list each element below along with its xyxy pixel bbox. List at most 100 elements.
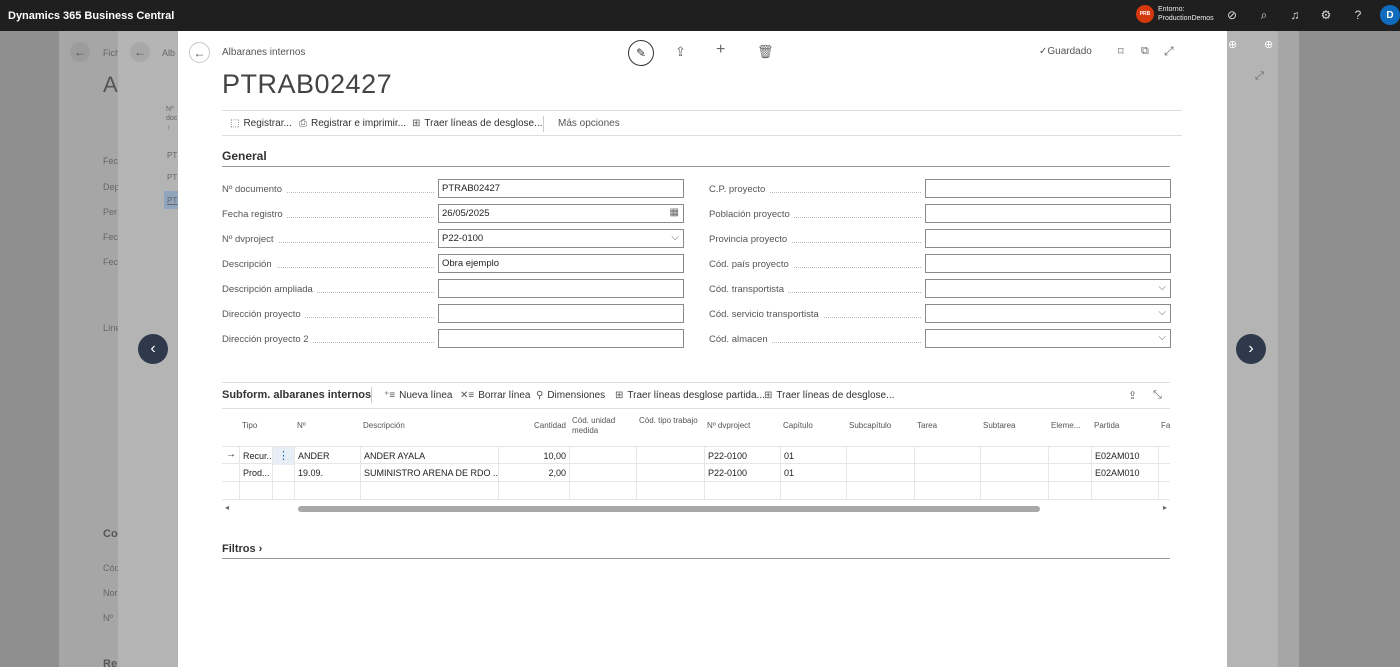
table-cell[interactable]: ANDER [294,447,360,465]
table-cell[interactable]: E02AM010 [1091,447,1158,465]
table-cell[interactable]: 2,00 [498,464,569,482]
table-cell[interactable] [294,482,360,500]
gear-icon[interactable]: ⚙ [1318,7,1334,23]
calendar-icon[interactable]: ▦ [670,207,679,218]
back-button[interactable]: ← [189,42,210,63]
table-cell[interactable] [1158,447,1170,465]
table-row[interactable]: → Recur... ANDER ANDER AYALA 10,00 P22-0100 01… [222,446,1170,465]
table-cell[interactable]: SUMINISTRO ARENA DE RDO ... [360,464,498,482]
breadcrumb[interactable]: Albaranes internos [222,47,305,58]
table-cell[interactable] [272,482,294,500]
field-input[interactable] [925,229,1171,248]
field-input[interactable]: 26/05/2025 ▦ [438,204,684,223]
column-header[interactable]: Tarea [917,421,937,431]
search-icon[interactable]: ⌕ [1256,7,1272,23]
field-input[interactable]: ⌵ [925,329,1171,348]
table-cell[interactable] [914,482,980,500]
column-header[interactable]: Eleme... [1051,421,1080,431]
app-title[interactable]: Dynamics 365 Business Central [8,10,174,22]
column-header[interactable]: Partida [1094,421,1119,431]
next-record-button[interactable]: › [1236,334,1266,364]
background-list-item-selected[interactable]: PT [164,191,178,209]
help-icon[interactable]: ? [1350,7,1366,23]
chevron-down-icon[interactable]: ⌵ [1158,282,1166,293]
subform-title[interactable]: Subform. albaranes internos [222,389,371,401]
table-row[interactable]: Prod... 19.09. SUMINISTRO ARENA DE RDO ...… [222,464,1170,482]
row-actions-icon[interactable]: ⋮ [272,447,294,465]
chevron-down-icon[interactable]: ⌵ [1158,332,1166,343]
delete-line-button[interactable]: ✕≡ Borrar línea [460,390,530,401]
add-icon[interactable]: + [716,41,725,59]
column-header[interactable]: Subcapítulo [849,421,891,431]
table-row[interactable] [222,482,1170,500]
copilot-icon[interactable]: ⊘ [1224,7,1240,23]
bookmark-icon[interactable]: ⌑ [1118,45,1124,58]
get-lines-partida-button[interactable]: ⊞ Traer líneas desglose partida... [615,390,765,401]
table-cell[interactable]: P22-0100 [704,447,780,465]
delete-icon[interactable]: 🗑 [757,44,774,60]
column-header[interactable]: Fa [1161,421,1170,431]
field-input[interactable] [438,304,684,323]
table-cell[interactable] [914,464,980,482]
column-header[interactable]: Cód. unidad medida [572,416,633,436]
table-cell[interactable]: Prod... [239,464,272,482]
previous-record-button[interactable]: ‹ [138,334,168,364]
table-cell[interactable] [704,482,780,500]
column-header[interactable]: Cód. tipo trabajo [639,416,698,426]
chevron-down-icon[interactable]: ⌵ [671,232,679,243]
table-cell[interactable] [1048,482,1091,500]
column-header[interactable]: Descripción [363,421,405,431]
register-button[interactable]: ⬚ Registrar... [230,118,292,129]
table-cell[interactable] [846,464,914,482]
table-cell[interactable] [980,447,1048,465]
bell-icon[interactable]: ♫ [1287,7,1303,23]
table-cell[interactable] [1048,464,1091,482]
share-icon[interactable]: ⇪ [1128,389,1137,402]
expand-icon[interactable]: ⤢ [1255,70,1264,83]
field-input[interactable]: P22-0100 ⌵ [438,229,684,248]
section-general-title[interactable]: General [222,149,267,163]
table-cell[interactable] [569,464,636,482]
table-cell[interactable]: P22-0100 [704,464,780,482]
field-input[interactable]: ⌵ [925,304,1171,323]
share-icon[interactable]: ⇪ [675,44,686,60]
table-cell[interactable] [272,464,294,482]
collapse-icon[interactable]: ⤡ [1153,389,1162,402]
field-input[interactable]: PTRAB02427 [438,179,684,198]
get-breakdown-lines-button[interactable]: ⊞ Traer líneas de desglose... [412,118,542,129]
table-cell[interactable] [914,447,980,465]
background-list-item[interactable]: PT [167,173,177,182]
scroll-right-icon[interactable]: ▸ [1163,503,1167,512]
column-header[interactable]: Subtarea [983,421,1015,431]
column-header[interactable]: Nº dvproject [707,421,750,431]
field-input[interactable]: ⌵ [925,279,1171,298]
field-input[interactable]: Obra ejemplo [438,254,684,273]
add-icon[interactable]: ⊕ [1228,38,1237,51]
open-new-window-icon[interactable]: ⧉ [1141,45,1149,58]
field-input[interactable] [925,254,1171,273]
get-breakdown-lines-sub-button[interactable]: ⊞ Traer líneas de desglose... [764,390,894,401]
table-cell[interactable]: Recur... [239,447,272,465]
table-cell[interactable] [846,447,914,465]
expand-icon[interactable]: ⤢ [1164,44,1174,59]
add-icon[interactable]: ⊕ [1264,38,1273,51]
field-input[interactable] [438,329,684,348]
table-cell[interactable] [980,464,1048,482]
table-cell[interactable] [636,482,704,500]
table-cell[interactable]: ANDER AYALA [360,447,498,465]
table-cell[interactable] [1091,482,1158,500]
table-cell[interactable] [569,447,636,465]
avatar[interactable]: D [1380,5,1400,25]
column-header[interactable]: Tipo [242,421,257,431]
table-cell[interactable] [846,482,914,500]
column-header[interactable]: Nº [297,421,306,431]
scroll-left-icon[interactable]: ◂ [225,503,229,512]
background-list-item[interactable]: PT [167,151,177,160]
table-cell[interactable]: 19.09. [294,464,360,482]
register-print-button[interactable]: ⎙ Registrar e imprimir... [299,118,406,129]
chevron-down-icon[interactable]: ⌵ [1158,307,1166,318]
table-cell[interactable] [780,482,846,500]
table-cell[interactable] [239,482,272,500]
scrollbar-thumb[interactable] [298,506,1040,512]
back-icon[interactable]: ← [70,42,90,62]
